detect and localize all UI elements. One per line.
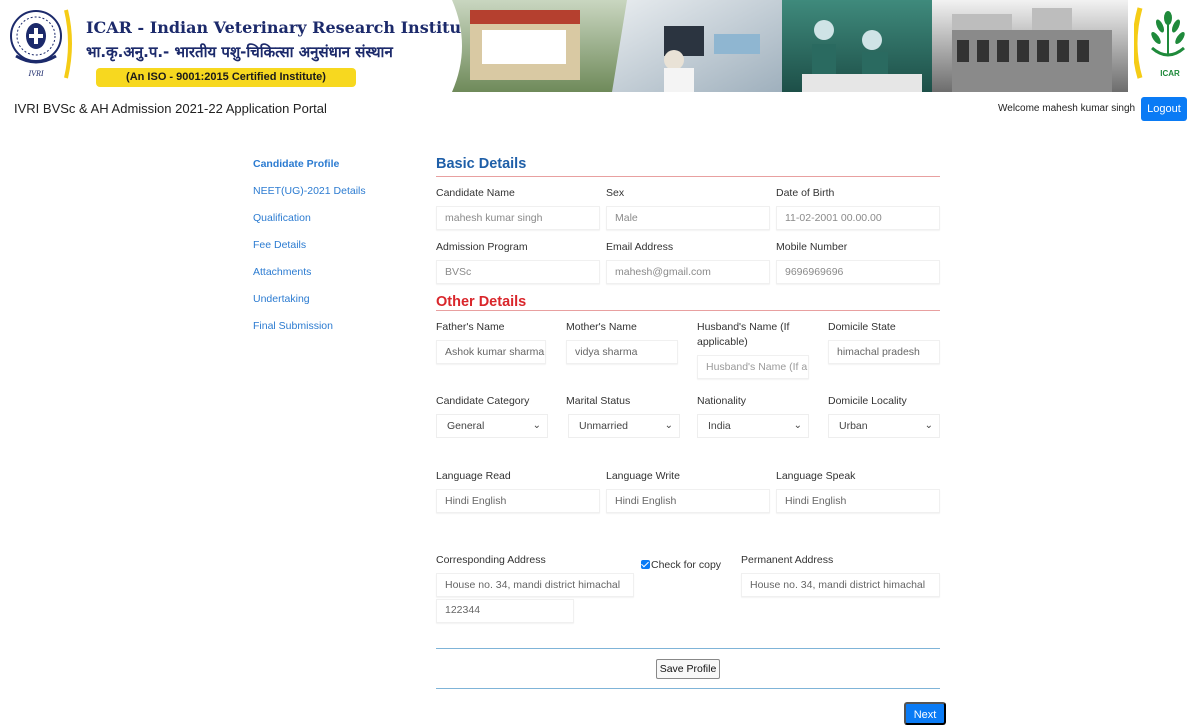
- sidebar-item-final-submission[interactable]: Final Submission: [253, 320, 403, 347]
- mobile-label: Mobile Number: [776, 241, 848, 253]
- form-divider: [436, 648, 940, 649]
- admission-program-label: Admission Program: [436, 241, 528, 253]
- permanent-address-label: Permanent Address: [741, 554, 834, 566]
- husband-name-field[interactable]: Husband's Name (If a: [697, 355, 809, 379]
- form-divider: [436, 688, 940, 689]
- corresponding-address-pin[interactable]: 122344: [436, 599, 574, 623]
- ivri-logo-icon: IVRI: [10, 9, 72, 79]
- basic-details-heading: Basic Details: [436, 156, 527, 172]
- domicile-state-field[interactable]: himachal pradesh: [828, 340, 940, 364]
- corresponding-address-field[interactable]: House no. 34, mandi district himachal: [436, 573, 634, 597]
- copy-address-checkbox[interactable]: Check for copy: [641, 559, 721, 571]
- candidate-category-select[interactable]: General ⌄: [436, 414, 548, 438]
- language-read-label: Language Read: [436, 470, 511, 482]
- icar-logo-text: ICAR: [1160, 69, 1180, 78]
- ivri-logo-text: IVRI: [27, 69, 43, 78]
- sidebar-item-attachments[interactable]: Attachments: [253, 266, 403, 293]
- section-divider: [436, 176, 940, 177]
- nationality-value: India: [708, 420, 731, 432]
- permanent-address-field[interactable]: House no. 34, mandi district himachal: [741, 573, 940, 597]
- language-speak-label: Language Speak: [776, 470, 856, 482]
- sidebar-item-neet-details[interactable]: NEET(UG)-2021 Details: [253, 185, 403, 212]
- email-field[interactable]: mahesh@gmail.com: [606, 260, 770, 284]
- language-read-field[interactable]: Hindi English: [436, 489, 600, 513]
- husband-name-label: Husband's Name (If applicable): [697, 321, 790, 348]
- mother-name-field[interactable]: vidya sharma: [566, 340, 678, 364]
- next-button[interactable]: Next: [904, 702, 946, 725]
- domicile-state-label: Domicile State: [828, 321, 896, 333]
- domicile-locality-value: Urban: [839, 420, 868, 432]
- nationality-label: Nationality: [697, 395, 747, 407]
- marital-status-value: Unmarried: [579, 420, 629, 432]
- copy-address-label: Check for copy: [651, 559, 722, 571]
- institute-name-hindi: भा.कृ.अनु.प.- भारतीय पशु-चिकित्सा अनुसंध…: [86, 43, 393, 61]
- iso-badge: (An ISO - 9001:2015 Certified Institute): [96, 68, 356, 87]
- logout-button[interactable]: Logout: [1141, 97, 1187, 121]
- language-write-label: Language Write: [606, 470, 680, 482]
- sex-field[interactable]: Male: [606, 206, 770, 230]
- sidebar-item-qualification[interactable]: Qualification: [253, 212, 403, 239]
- chevron-down-icon: ⌄: [924, 420, 933, 431]
- sidebar-item-candidate-profile[interactable]: Candidate Profile: [253, 158, 403, 185]
- icar-logo-icon: ICAR: [1134, 7, 1185, 79]
- language-write-field[interactable]: Hindi English: [606, 489, 770, 513]
- sex-label: Sex: [606, 187, 625, 199]
- mobile-field[interactable]: 9696969696: [776, 260, 940, 284]
- sidebar-nav: Candidate Profile NEET(UG)-2021 Details …: [253, 158, 403, 347]
- domicile-locality-select[interactable]: Urban ⌄: [828, 414, 940, 438]
- institute-name: ICAR - Indian Veterinary Research Instit…: [86, 18, 479, 37]
- candidate-name-label: Candidate Name: [436, 187, 515, 199]
- chevron-down-icon: ⌄: [532, 420, 541, 431]
- other-details-heading: Other Details: [436, 294, 527, 310]
- dob-field[interactable]: 11-02-2001 00.00.00: [776, 206, 940, 230]
- language-speak-field[interactable]: Hindi English: [776, 489, 940, 513]
- sidebar-item-undertaking[interactable]: Undertaking: [253, 293, 403, 320]
- father-name-label: Father's Name: [436, 321, 505, 333]
- father-name-field[interactable]: Ashok kumar sharma: [436, 340, 546, 364]
- marital-status-select[interactable]: Unmarried ⌄: [568, 414, 680, 438]
- domicile-locality-label: Domicile Locality: [828, 395, 907, 407]
- chevron-down-icon: ⌄: [664, 420, 673, 431]
- sidebar-item-fee-details[interactable]: Fee Details: [253, 239, 403, 266]
- candidate-category-label: Candidate Category: [436, 395, 530, 407]
- portal-title: IVRI BVSc & AH Admission 2021-22 Applica…: [14, 101, 327, 116]
- candidate-category-value: General: [447, 420, 485, 432]
- corresponding-address-label: Corresponding Address: [436, 554, 546, 566]
- candidate-name-field[interactable]: mahesh kumar singh: [436, 206, 600, 230]
- dob-label: Date of Birth: [776, 187, 835, 199]
- admission-program-field[interactable]: BVSc: [436, 260, 600, 284]
- save-profile-button[interactable]: Save Profile: [656, 659, 720, 679]
- header-photo-collage: [452, 0, 1128, 92]
- checkbox-checked-icon: [641, 560, 650, 569]
- header-banner: IVRI ICAR - Indian Veterinary Research I…: [0, 0, 1197, 92]
- email-label: Email Address: [606, 241, 674, 253]
- section-divider: [436, 310, 940, 311]
- nationality-select[interactable]: India ⌄: [697, 414, 809, 438]
- mother-name-label: Mother's Name: [566, 321, 637, 333]
- marital-status-label: Marital Status: [566, 395, 631, 407]
- welcome-text: Welcome mahesh kumar singh: [998, 103, 1136, 114]
- chevron-down-icon: ⌄: [793, 420, 802, 431]
